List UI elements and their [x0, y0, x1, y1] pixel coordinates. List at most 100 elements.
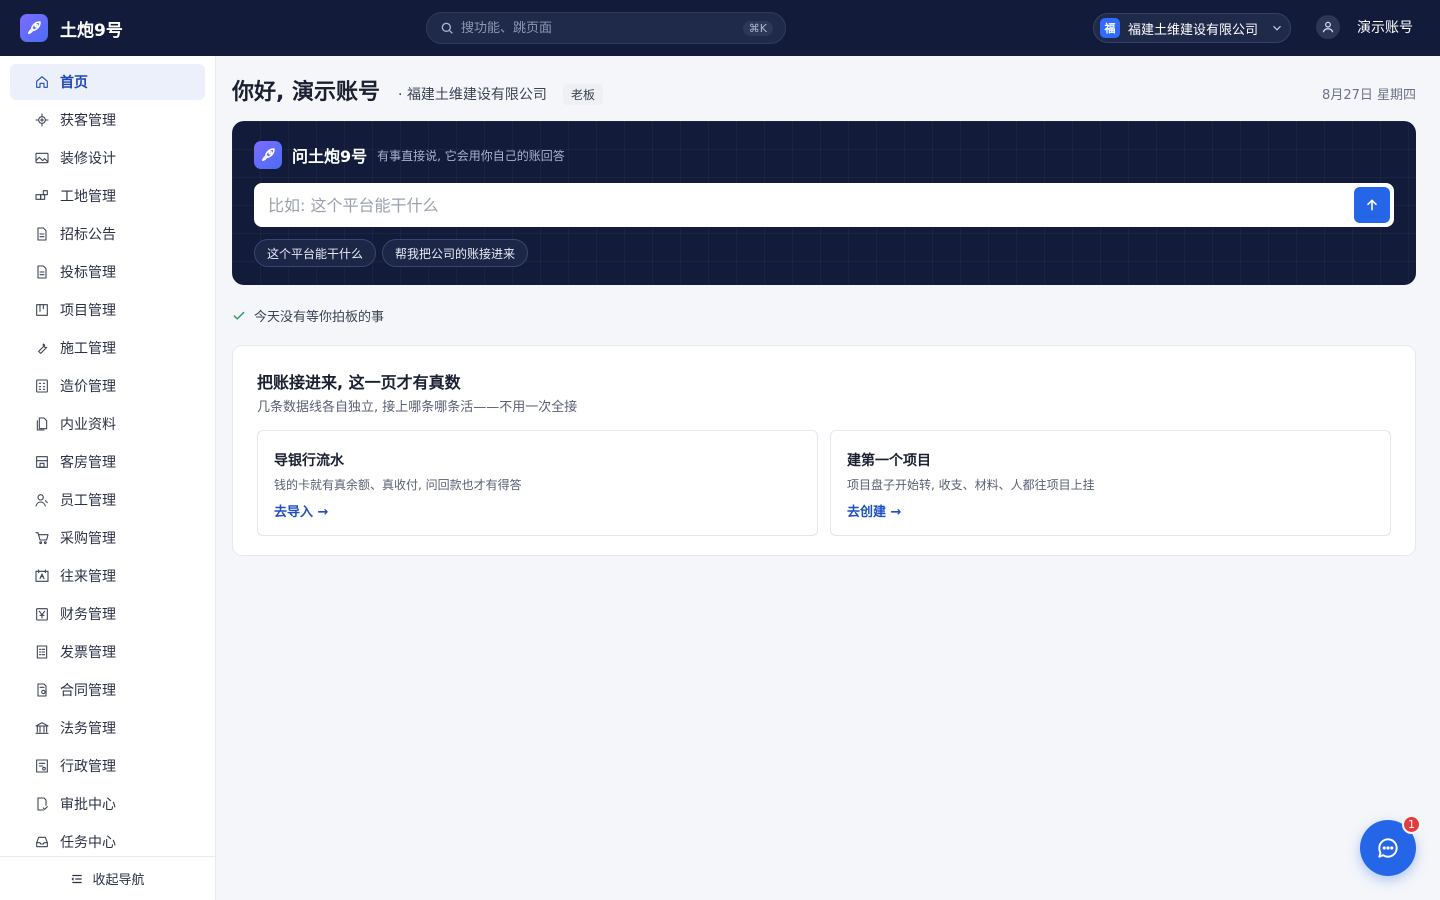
sidebar-item-label: 施工管理	[60, 341, 116, 357]
chevron-down-icon	[1273, 25, 1281, 31]
sidebar-item[interactable]: 任务中心	[10, 824, 205, 860]
arrow-up-icon	[1367, 199, 1377, 211]
org-name: 福建土维建设有限公司	[1128, 22, 1259, 38]
user-avatar-icon	[1316, 15, 1340, 39]
ask-subtitle: 有事直接说, 它会用你自己的账回答	[377, 148, 565, 163]
sidebar-item-label: 项目管理	[60, 303, 116, 319]
ask-input-box	[254, 183, 1394, 227]
notification-badge: 1	[1402, 815, 1421, 834]
calculator-icon	[34, 378, 50, 394]
org-badge: 福	[1100, 18, 1120, 38]
blocks-icon	[34, 188, 50, 204]
collapse-nav-button[interactable]: 收起导航	[0, 856, 215, 900]
wrench-icon	[34, 340, 50, 356]
sidebar-item-label: 任务中心	[60, 835, 116, 851]
suggestion-chips: 这个平台能干什么 帮我把公司的账接进来	[254, 239, 534, 267]
user-menu[interactable]: 演示账号	[1316, 15, 1413, 39]
home-icon	[34, 74, 50, 90]
target-icon	[34, 112, 50, 128]
inbox-icon	[34, 834, 50, 850]
search-input[interactable]	[461, 20, 743, 36]
greeting-org: · 福建土维建设有限公司	[398, 87, 547, 103]
org-switcher[interactable]: 福 福建土维建设有限公司	[1093, 13, 1291, 43]
import-link[interactable]: 去导入 →	[274, 501, 328, 520]
collapse-nav-label: 收起导航	[92, 873, 145, 888]
brand[interactable]: 土炮9号	[20, 14, 123, 42]
sidebar-item[interactable]: 施工管理	[10, 330, 205, 366]
sidebar-item[interactable]: 招标公告	[10, 216, 205, 252]
import-bank-card: 导银行流水 钱的卡就有真余额、真收付, 问回款也才有得答 去导入 →	[257, 430, 818, 536]
global-search[interactable]: ⌘K	[426, 12, 786, 44]
building-icon	[34, 454, 50, 470]
contact-icon	[34, 568, 50, 584]
sidebar-item-label: 往来管理	[60, 569, 116, 585]
sidebar-item[interactable]: 项目管理	[10, 292, 205, 328]
sidebar-item[interactable]: 造价管理	[10, 368, 205, 404]
card-title: 导银行流水	[274, 453, 344, 469]
sidebar-item-label: 装修设计	[60, 151, 116, 167]
ask-title: 问土炮9号	[292, 147, 368, 166]
sidebar-item-label: 合同管理	[60, 683, 116, 699]
collapse-list-icon	[71, 874, 83, 883]
check-icon	[233, 311, 245, 320]
sidebar-item[interactable]: 财务管理	[10, 596, 205, 632]
rocket-logo-icon	[20, 14, 48, 42]
create-project-card: 建第一个项目 项目盘子开始转, 收支、材料、人都往项目上挂 去创建 →	[830, 430, 1391, 536]
sidebar-item[interactable]: 往来管理	[10, 558, 205, 594]
greeting-row: 你好, 演示账号 · 福建土维建设有限公司 老板	[232, 74, 603, 106]
card-description: 钱的卡就有真余额、真收付, 问回款也才有得答	[274, 478, 522, 492]
sidebar-item[interactable]: 投标管理	[10, 254, 205, 290]
sidebar-item[interactable]: 装修设计	[10, 140, 205, 176]
sidebar-item-label: 获客管理	[60, 113, 116, 129]
top-bar: 土炮9号 ⌘K 福 福建土维建设有限公司 演示账号	[0, 0, 1440, 56]
sidebar-item-label: 采购管理	[60, 531, 116, 547]
sidebar-item-label: 首页	[60, 75, 88, 91]
contract-icon	[34, 682, 50, 698]
sidebar-item[interactable]: 采购管理	[10, 520, 205, 556]
yen-icon	[34, 606, 50, 622]
user-name: 演示账号	[1357, 20, 1413, 36]
card-description: 项目盘子开始转, 收支、材料、人都往项目上挂	[847, 478, 1095, 492]
connect-title: 把账接进来, 这一页才有真数	[257, 373, 461, 392]
users-icon	[34, 492, 50, 508]
sidebar-item[interactable]: 法务管理	[10, 710, 205, 746]
sidebar-item-label: 财务管理	[60, 607, 116, 623]
sidebar-item-label: 客房管理	[60, 455, 116, 471]
sidebar-item[interactable]: 内业资料	[10, 406, 205, 442]
ask-input[interactable]	[254, 183, 1354, 227]
sidebar-item[interactable]: 工地管理	[10, 178, 205, 214]
sidebar-item[interactable]: 行政管理	[10, 748, 205, 784]
document-icon	[34, 264, 50, 280]
document-icon	[34, 226, 50, 242]
greeting-org-name: 福建土维建设有限公司	[406, 87, 547, 103]
send-button[interactable]	[1354, 187, 1390, 223]
sidebar-item[interactable]: 发票管理	[10, 634, 205, 670]
sidebar-item-label: 招标公告	[60, 227, 116, 243]
sidebar-item[interactable]: 审批中心	[10, 786, 205, 822]
sidebar-item-label: 法务管理	[60, 721, 116, 737]
rocket-logo-icon	[254, 141, 282, 169]
bank-icon	[34, 720, 50, 736]
sidebar-item-label: 审批中心	[60, 797, 116, 813]
card-title: 建第一个项目	[847, 453, 931, 469]
sidebar-item[interactable]: 首页	[10, 64, 205, 100]
receipt-icon	[34, 644, 50, 660]
sidebar: 首页获客管理装修设计工地管理招标公告投标管理项目管理施工管理造价管理内业资料客房…	[0, 56, 216, 900]
sidebar-item[interactable]: 员工管理	[10, 482, 205, 518]
sidebar-item-label: 造价管理	[60, 379, 116, 395]
role-badge: 老板	[562, 84, 603, 105]
sidebar-item[interactable]: 获客管理	[10, 102, 205, 138]
suggestion-chip[interactable]: 帮我把公司的账接进来	[382, 239, 529, 267]
create-link[interactable]: 去创建 →	[847, 501, 901, 520]
kanban-icon	[34, 302, 50, 318]
ask-header: 问土炮9号 有事直接说, 它会用你自己的账回答	[254, 141, 565, 169]
suggestion-chip[interactable]: 这个平台能干什么	[254, 239, 377, 267]
sidebar-item[interactable]: 客房管理	[10, 444, 205, 480]
certificate-icon	[34, 758, 50, 774]
ask-assistant-card: 问土炮9号 有事直接说, 它会用你自己的账回答 这个平台能干什么 帮我把公司的账…	[232, 121, 1416, 285]
sidebar-item-label: 发票管理	[60, 645, 116, 661]
sidebar-item[interactable]: 合同管理	[10, 672, 205, 708]
status-text: 今天没有等你拍板的事	[254, 310, 385, 325]
sidebar-item-label: 行政管理	[60, 759, 116, 775]
app-name: 土炮9号	[60, 20, 123, 41]
